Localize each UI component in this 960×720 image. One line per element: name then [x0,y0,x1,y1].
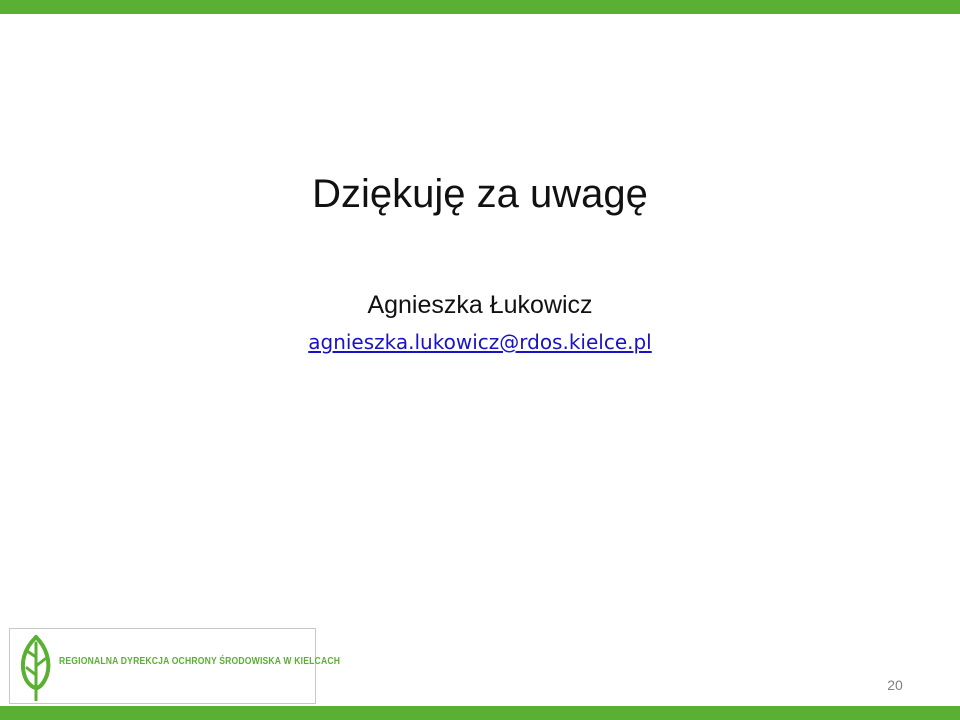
top-accent-bar [0,0,960,14]
organization-logo: REGIONALNA DYREKCJA OCHRONY ŚRODOWISKA W… [9,628,340,704]
organization-name: REGIONALNA DYREKCJA OCHRONY ŚRODOWISKA W… [59,656,341,667]
leaf-icon [20,635,51,701]
author-name: Agnieszka Łukowicz [367,291,593,319]
slide-title: Dziękuję za uwagę [312,172,648,216]
bottom-accent-bar [0,706,960,720]
email-line: agnieszka.lukowicz@rdos.kielce.pl [0,330,960,354]
page-number: 20 [887,677,903,693]
email-link[interactable]: agnieszka.lukowicz@rdos.kielce.pl [308,330,652,354]
